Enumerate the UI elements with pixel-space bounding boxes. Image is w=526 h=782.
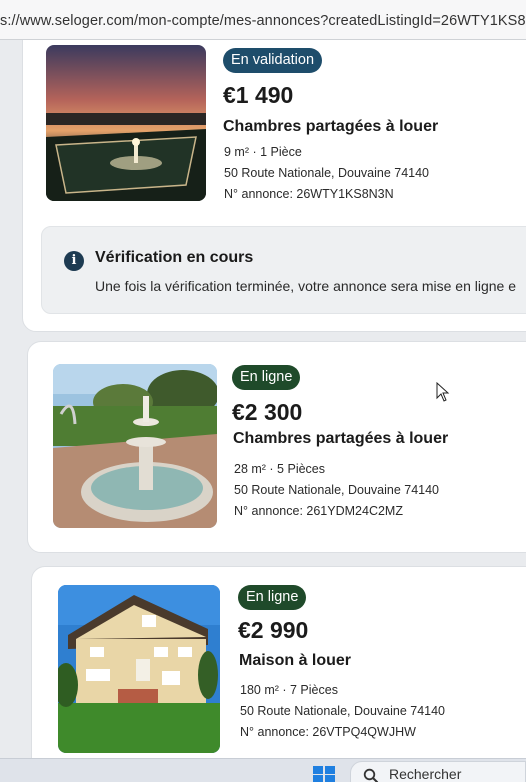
mouse-cursor-icon: [436, 382, 450, 402]
listing-details: 180 m² · 7 Pièces: [240, 683, 338, 697]
listing-card-2[interactable]: En ligne €2 300 Chambres partagées à lou…: [27, 341, 526, 553]
listing-price: €2 300: [232, 399, 303, 425]
listing-address: 50 Route Nationale, Douvaine 74140: [224, 166, 430, 180]
listing-details: 28 m² · 5 Pièces: [234, 462, 326, 476]
verification-message: Une fois la vérification terminée, votre…: [95, 278, 516, 294]
listing-card-3[interactable]: En ligne €2 990 Maison à louer 180 m² · …: [31, 566, 526, 758]
verification-title: Vérification en cours: [95, 249, 254, 266]
windows-logo-icon[interactable]: [312, 765, 336, 782]
listing-3-photo[interactable]: [58, 585, 220, 753]
status-badge: En validation: [223, 48, 323, 73]
listings-page: En validation €1 490 Chambres partagées …: [0, 40, 526, 758]
taskbar: Rechercher: [0, 758, 526, 782]
listing-title[interactable]: Chambres partagées à louer: [233, 430, 448, 448]
verification-notice: i Vérification en cours Une fois la véri…: [41, 226, 526, 314]
listing-card-1[interactable]: En validation €1 490 Chambres partagées …: [22, 40, 526, 332]
listing-reference: N° annonce: 261YDM24C2MZ: [234, 504, 403, 518]
listing-address: 50 Route Nationale, Douvaine 74140: [234, 483, 440, 497]
listing-title[interactable]: Maison à louer: [239, 652, 351, 670]
listing-title[interactable]: Chambres partagées à louer: [223, 118, 438, 136]
search-label: Rechercher: [389, 766, 462, 782]
listing-details: 9 m² · 1 Pièce: [224, 145, 302, 159]
status-badge: En ligne: [232, 365, 301, 390]
listing-reference: N° annonce: 26WTY1KS8N3N: [224, 187, 394, 201]
listing-1-photo[interactable]: [46, 45, 206, 201]
listing-2-photo[interactable]: [53, 364, 217, 528]
listing-reference: N° annonce: 26VTPQ4QWJHW: [240, 725, 416, 739]
search-icon: [363, 768, 379, 782]
listing-price: €2 990: [238, 617, 309, 643]
info-icon: i: [64, 251, 84, 271]
listing-address: 50 Route Nationale, Douvaine 74140: [240, 704, 446, 718]
address-bar[interactable]: s://www.seloger.com/mon-compte/mes-annon…: [0, 0, 526, 40]
listing-price: €1 490: [223, 82, 294, 108]
url-text: s://www.seloger.com/mon-compte/mes-annon…: [0, 13, 526, 29]
taskbar-search-box[interactable]: Rechercher: [350, 761, 526, 782]
status-badge: En ligne: [238, 585, 307, 610]
